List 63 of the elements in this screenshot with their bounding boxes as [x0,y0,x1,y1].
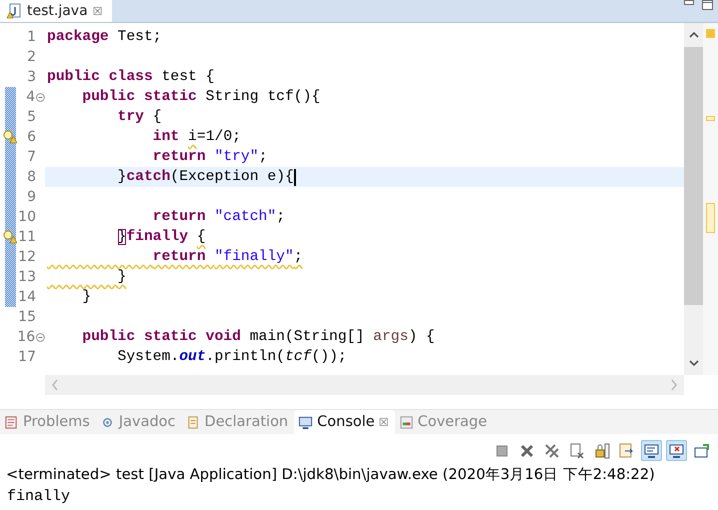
line-number: 11 [17,229,36,245]
line-number: 9 [26,189,36,205]
console-header: <terminated> test [Java Application] D:\jdk8\bin\javaw.exe (2020年3月16日 下午2:48:22) [5,465,656,485]
line-number: 5 [26,109,36,125]
line-number: 6 [26,129,36,145]
line-number: 7 [26,149,36,165]
editor-tab[interactable]: test.java ☒ [0,0,112,22]
lock-icon [594,442,610,458]
line-number: 13 [17,269,36,285]
wrap-document-icon [618,442,634,458]
code-line: } [116,269,126,285]
code-line: return "try"; [152,149,268,165]
console-output: finally [6,487,72,507]
coverage-icon [398,414,414,430]
collapse-icon[interactable] [36,332,45,342]
java-file-icon [6,3,22,19]
collapse-icon[interactable] [36,92,45,102]
panel-tab[interactable]: Javadoc [96,410,182,434]
line-number: 8 [26,169,36,185]
line-number: 14 [17,289,36,305]
line-number: 4 [25,89,36,105]
panel-tab[interactable]: Coverage [394,410,494,434]
vertical-scrollbar[interactable] [684,23,703,375]
code-line: System.out.println(tcf()); [116,349,347,365]
code-line: public static String tcf(){ [81,89,320,105]
code-line: } [81,289,92,305]
line-number: 12 [17,249,36,265]
line-number: 3 [26,69,36,85]
code-line: try { [116,109,162,125]
code-line: return "catch"; [152,209,286,225]
line-number: 1 [26,29,36,45]
minimize-icon[interactable] [684,0,694,6]
panel-tab[interactable]: Problems [0,410,96,434]
panel-tab[interactable]: Console ☒ [294,410,395,434]
close-tab-button[interactable]: ☒ [92,4,103,18]
warning-bulb-icon[interactable] [3,230,17,244]
close-tab-button[interactable]: ☒ [378,416,389,428]
code-line: public static void main(String[] args) { [81,329,435,345]
pin-icon [694,442,710,458]
warning-bulb-icon[interactable] [3,130,17,144]
line-number: 2 [26,49,36,65]
code-line: public class test { [47,69,214,85]
line-number: 16 [16,329,36,345]
line-number: 10 [17,209,36,225]
double-cross-icon [544,442,560,458]
console-error-icon [668,442,684,458]
maximize-icon[interactable] [702,0,713,10]
close-icon [518,442,534,458]
problems-icon [4,414,19,430]
line-number: 17 [17,349,36,365]
toolbar-button[interactable] [666,440,687,461]
code-line: }catch(Exception e){ [116,169,294,185]
console-icon [644,442,660,458]
code-line: package Test; [47,29,162,45]
panel-tab[interactable]: Declaration [182,410,294,434]
line-number: 15 [17,309,36,325]
code-line: int i=1/0; [152,129,241,145]
monitor-icon [298,414,314,430]
clear-document-icon [568,442,584,458]
toolbar-button[interactable] [641,440,662,461]
stop-icon [494,442,510,458]
text-cursor [294,168,296,186]
code-line: return "finally"; [152,249,303,265]
